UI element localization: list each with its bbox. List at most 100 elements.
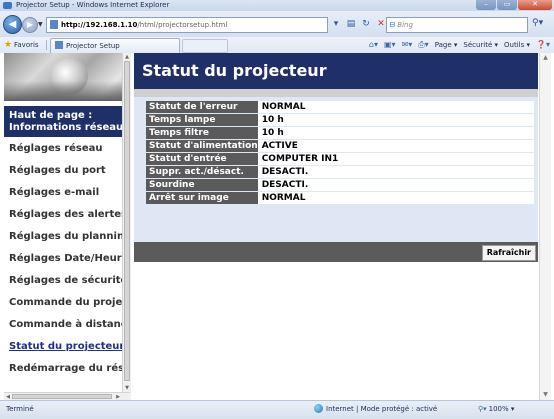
search-placeholder: Bing — [397, 21, 413, 29]
address-toolbar: ◀ ▶ ▼ http://192.168.1.10/html/projector… — [0, 11, 554, 37]
status-value: DESACTI. — [257, 166, 534, 179]
divider — [46, 40, 47, 50]
scroll-up-icon[interactable]: ▲ — [540, 53, 551, 63]
tools-menu[interactable]: Outils ▾ — [504, 37, 530, 53]
sidebar-item-remote-control[interactable]: Commande à distance — [4, 314, 130, 336]
sidebar-item-schedule-settings[interactable]: Réglages du planning — [4, 226, 130, 248]
maximize-button[interactable]: ▭ — [497, 0, 517, 10]
table-row: Statut de l'erreur NORMAL — [146, 101, 534, 114]
new-tab-button[interactable] — [182, 39, 228, 53]
forward-button[interactable]: ▶ — [22, 17, 38, 33]
table-row: Sourdine DESACTI. — [146, 179, 534, 192]
sidebar-item-network-restart[interactable]: Redémarrage du réseau — [4, 358, 130, 380]
scroll-down-icon[interactable]: ▼ — [123, 384, 131, 392]
status-label: Arrêt sur image — [146, 192, 258, 205]
page-menu[interactable]: Page ▾ — [435, 37, 458, 53]
zone-label: Internet | Mode protégé : activé — [326, 405, 438, 413]
address-actions: ▾ ▤ ↻ ✕ — [330, 17, 387, 31]
search-icon[interactable]: ⚲▾ — [532, 18, 543, 28]
status-value: 10 h — [257, 127, 534, 140]
status-label: Suppr. act./désact. — [146, 166, 258, 179]
dropdown-icon[interactable]: ▾ — [330, 17, 342, 31]
status-bar: Terminé Internet | Mode protégé : activé… — [0, 400, 554, 419]
refresh-button[interactable]: Rafraîchir — [481, 245, 536, 261]
scroll-down-icon[interactable]: ▼ — [540, 390, 551, 400]
tab-projector-setup[interactable]: Projector Setup — [50, 38, 180, 53]
header-divider — [134, 89, 538, 97]
status-value: DESACTI. — [257, 179, 534, 192]
home-icon[interactable]: ⌂▾ — [369, 37, 378, 53]
bing-icon: ᗷ — [390, 21, 396, 29]
security-zone[interactable]: Internet | Mode protégé : activé — [314, 401, 437, 418]
status-label: Statut de l'erreur — [146, 101, 258, 114]
favorites-star-icon[interactable]: ★ — [4, 37, 12, 53]
status-label: Statut d'alimentation — [146, 140, 258, 153]
status-value: ACTIVE — [257, 140, 534, 153]
history-dropdown-icon[interactable]: ▼ — [38, 21, 43, 28]
address-field[interactable]: http://192.168.1.10/html/projectorsetup.… — [46, 17, 328, 33]
table-row: Statut d'alimentation ACTIVE — [146, 140, 534, 153]
command-bar: ⌂▾ ▣▾ ✉▾ ⎙▾ Page ▾ Sécurité ▾ Outils ▾ ❓… — [369, 37, 550, 53]
print-icon[interactable]: ⎙▾ — [418, 37, 428, 53]
mail-icon[interactable]: ✉▾ — [402, 37, 413, 53]
status-label: Sourdine — [146, 179, 258, 192]
status-text: Terminé — [6, 405, 34, 413]
sidebar-vertical-scrollbar[interactable]: ▲ ▼ — [122, 53, 131, 400]
sidebar-item-alert-settings[interactable]: Réglages des alertes — [4, 204, 130, 226]
status-label: Temps filtre — [146, 127, 258, 140]
compat-view-icon[interactable]: ▤ — [345, 17, 357, 31]
sidebar-item-network-settings[interactable]: Réglages réseau — [4, 138, 130, 160]
page-viewport: Haut de page : Informations réseau Régla… — [0, 53, 554, 401]
status-value: COMPUTER IN1 — [257, 153, 534, 166]
page-icon — [50, 20, 58, 29]
tab-title: Projector Setup — [66, 42, 120, 50]
minimize-button[interactable]: – — [476, 0, 496, 10]
zoom-level: 100% — [488, 405, 509, 413]
scroll-thumb[interactable] — [124, 61, 130, 381]
projector-banner-image — [4, 53, 130, 101]
sidebar-item-email-settings[interactable]: Réglages e-mail — [4, 182, 130, 204]
tab-page-icon — [55, 41, 63, 49]
refresh-icon[interactable]: ↻ — [360, 17, 372, 31]
ie-icon — [3, 2, 12, 9]
table-row: Temps filtre 10 h — [146, 127, 534, 140]
sidebar-item-security-settings[interactable]: Réglages de sécurité — [4, 270, 130, 292]
sidebar-item-network-info[interactable]: Haut de page : Informations réseau — [4, 106, 130, 137]
sidebar: Haut de page : Informations réseau Régla… — [4, 53, 131, 400]
status-label: Statut d'entrée — [146, 153, 258, 166]
banner-shade — [4, 81, 130, 101]
help-icon[interactable]: ❓▾ — [536, 37, 550, 53]
main-vertical-scrollbar[interactable]: ▲ ▼ — [539, 53, 551, 400]
status-value: NORMAL — [257, 192, 534, 205]
security-menu[interactable]: Sécurité ▾ — [463, 37, 498, 53]
feeds-icon[interactable]: ▣▾ — [384, 37, 396, 53]
search-input[interactable]: ᗷ Bing — [386, 17, 528, 33]
url-path: /html/projectorsetup.html — [137, 21, 228, 29]
favorites-bar: ★ Favoris Projector Setup ⌂▾ ▣▾ ✉▾ ⎙▾ Pa… — [0, 37, 554, 54]
sidebar-item-projector-control[interactable]: Commande du projecteur — [4, 292, 130, 314]
sidebar-item-projector-status[interactable]: Statut du projecteur — [4, 336, 130, 358]
magnifier-icon: ⚲▾ — [478, 405, 487, 413]
table-row: Statut d'entrée COMPUTER IN1 — [146, 153, 534, 166]
window-controls: – ▭ ✕ — [476, 0, 552, 11]
action-bar: Rafraîchir — [134, 242, 538, 262]
status-table: Statut de l'erreur NORMAL Temps lampe 10… — [146, 101, 534, 205]
back-button[interactable]: ◀ — [3, 15, 22, 34]
scroll-up-icon[interactable]: ▲ — [123, 53, 131, 61]
status-label: Temps lampe — [146, 114, 258, 127]
globe-icon — [314, 404, 323, 413]
favorites-button[interactable]: Favoris — [14, 37, 39, 53]
sidebar-item-datetime-settings[interactable]: Réglages Date/Heure — [4, 248, 130, 270]
table-row: Arrêt sur image NORMAL — [146, 192, 534, 205]
window-title: Projector Setup - Windows Internet Explo… — [16, 1, 170, 9]
table-row: Temps lampe 10 h — [146, 114, 534, 127]
status-value: NORMAL — [257, 101, 534, 114]
title-bar: Projector Setup - Windows Internet Explo… — [0, 0, 554, 11]
hscroll-thumb[interactable] — [12, 394, 112, 399]
main-content: Statut du projecteur Statut de l'erreur … — [134, 53, 538, 400]
page-title: Statut du projecteur — [134, 53, 538, 89]
close-button[interactable]: ✕ — [518, 0, 552, 10]
url-host: http://192.168.1.10 — [61, 21, 138, 29]
sidebar-item-port-settings[interactable]: Réglages du port — [4, 160, 130, 182]
zoom-control[interactable]: ⚲▾ 100% ▾ — [478, 401, 514, 418]
